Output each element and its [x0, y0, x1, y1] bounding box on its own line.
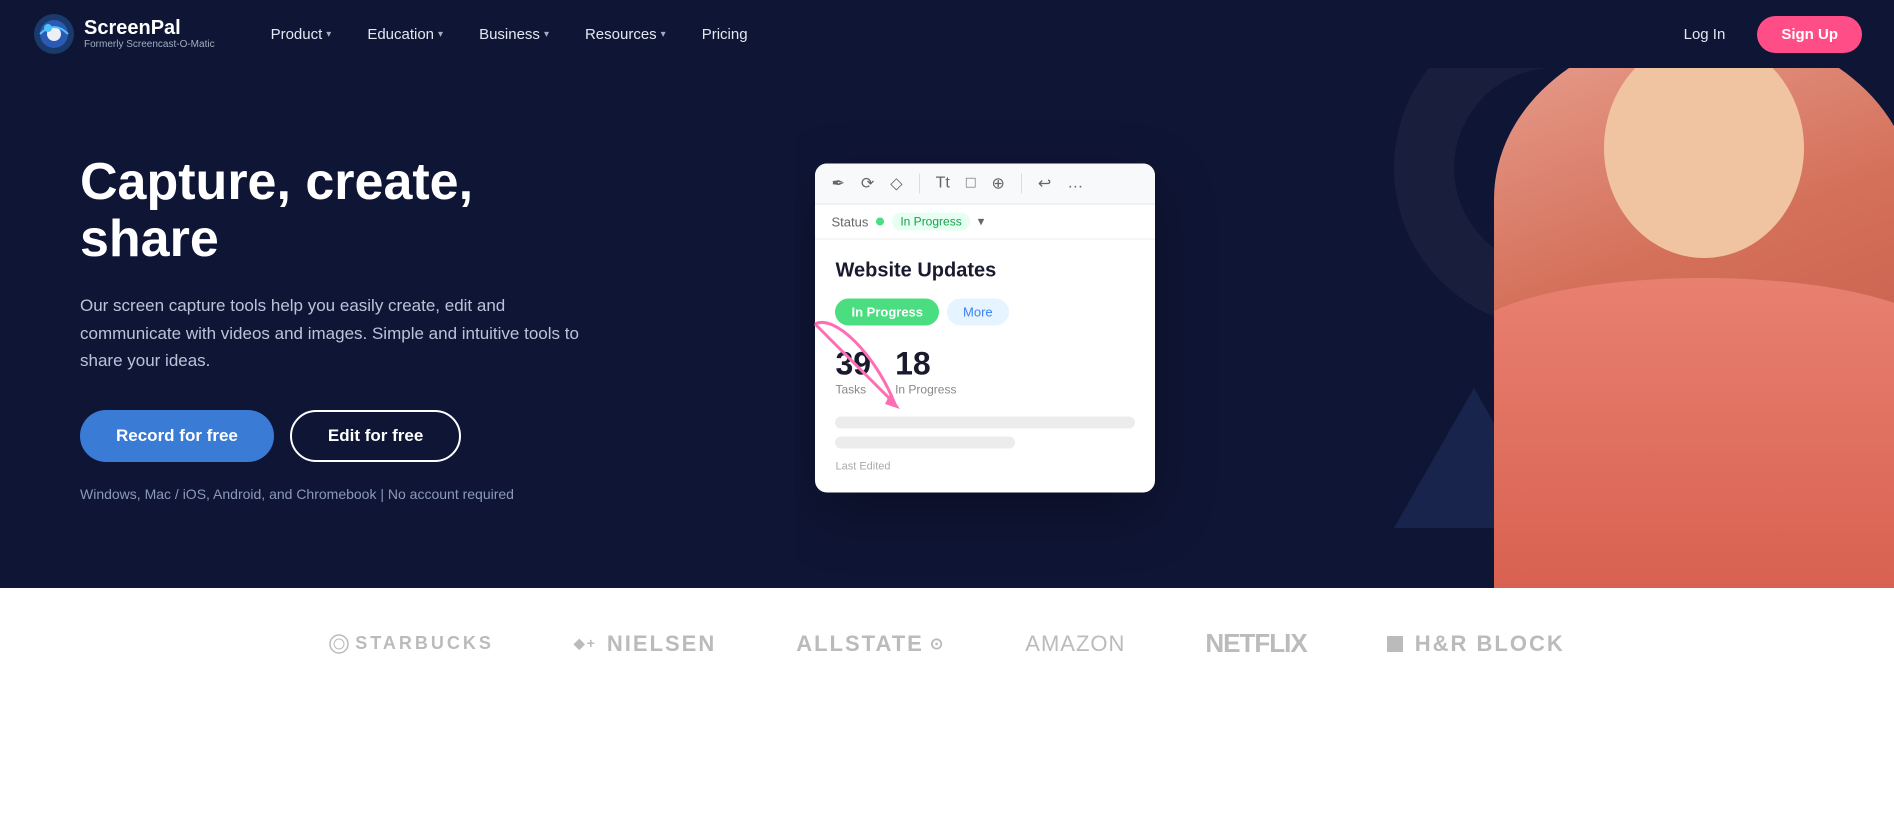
- edit-for-free-button[interactable]: Edit for free: [290, 410, 461, 462]
- trusted-logos-section: STARBUCKS ◆+ Nielsen Allstate ⊙ amazon N…: [0, 588, 1894, 699]
- person-face: [1604, 68, 1804, 258]
- nielsen-icon: ◆+: [574, 635, 597, 652]
- starbucks-logo: STARBUCKS: [329, 633, 494, 654]
- nav-item-resources[interactable]: Resources ▾: [569, 18, 682, 51]
- mockup-footer: Last Edited: [835, 461, 1135, 473]
- mockup-status-bar: Status In Progress ▾: [815, 205, 1155, 240]
- chevron-down-icon: ▾: [438, 29, 443, 40]
- mockup-tabs: In Progress More: [835, 299, 1135, 326]
- ui-mockup-card: ✒ ⟳ ◇ Tt □ ⊕ ↩ … Status In Progress ▾ We…: [815, 164, 1155, 493]
- signup-button[interactable]: Sign Up: [1757, 16, 1862, 53]
- netflix-logo: NETFLIX: [1205, 628, 1306, 659]
- allstate-icon: ⊙: [930, 634, 945, 654]
- toolbar-undo-icon[interactable]: ↩: [1038, 174, 1051, 194]
- status-badge: In Progress: [892, 213, 969, 231]
- chevron-down-icon: ▾: [661, 29, 666, 40]
- chevron-down-icon: ▾: [326, 29, 331, 40]
- mockup-body: Website Updates In Progress More 39 Task…: [815, 240, 1155, 493]
- mockup-toolbar: ✒ ⟳ ◇ Tt □ ⊕ ↩ …: [815, 164, 1155, 205]
- tab-more[interactable]: More: [947, 299, 1009, 326]
- blurred-line-1: [835, 417, 1135, 429]
- mockup-card-title: Website Updates: [835, 260, 1135, 283]
- record-for-free-button[interactable]: Record for free: [80, 410, 274, 462]
- hero-right-panel: ✒ ⟳ ◇ Tt □ ⊕ ↩ … Status In Progress ▾ We…: [795, 68, 1894, 588]
- logo-subtitle: Formerly Screencast-O-Matic: [84, 39, 215, 51]
- platforms-text: Windows, Mac / iOS, Android, and Chromeb…: [80, 486, 600, 502]
- stat-inprogress-label: In Progress: [895, 383, 956, 397]
- stat-tasks: 39 Tasks: [835, 346, 871, 397]
- nav-actions: Log In Sign Up: [1664, 16, 1862, 53]
- dropdown-chevron-icon[interactable]: ▾: [978, 214, 985, 230]
- chevron-down-icon: ▾: [544, 29, 549, 40]
- toolbar-pen-icon[interactable]: ✒: [831, 174, 844, 194]
- hero-content: Capture, create, share Our screen captur…: [0, 94, 680, 562]
- toolbar-text-icon[interactable]: Tt: [936, 175, 950, 193]
- starbucks-icon: [329, 634, 349, 654]
- logo-title: ScreenPal: [84, 17, 215, 39]
- toolbar-zoom-icon[interactable]: ⊕: [992, 174, 1005, 194]
- hero-title: Capture, create, share: [80, 154, 600, 268]
- toolbar-eraser-icon[interactable]: ◇: [890, 174, 902, 194]
- nav-item-education[interactable]: Education ▾: [351, 18, 459, 51]
- tab-in-progress[interactable]: In Progress: [835, 299, 939, 326]
- hero-section: Capture, create, share Our screen captur…: [0, 68, 1894, 588]
- hrblock-logo: H&R BLOCK: [1387, 631, 1565, 657]
- screenpal-logo-icon: [32, 12, 76, 56]
- toolbar-brush-icon[interactable]: ⟳: [861, 174, 874, 194]
- allstate-logo: Allstate ⊙: [796, 631, 945, 657]
- stat-tasks-number: 39: [835, 346, 871, 383]
- status-indicator: [876, 218, 884, 226]
- blurred-line-2: [835, 437, 1015, 449]
- person-sweater: [1494, 278, 1894, 588]
- hrblock-icon: [1387, 636, 1403, 652]
- nav-links: Product ▾ Education ▾ Business ▾ Resourc…: [255, 18, 1664, 51]
- stat-in-progress: 18 In Progress: [895, 346, 956, 397]
- toolbar-more-icon[interactable]: …: [1067, 175, 1083, 193]
- stat-inprogress-number: 18: [895, 346, 956, 383]
- toolbar-divider: [919, 174, 920, 194]
- hero-buttons: Record for free Edit for free: [80, 410, 600, 462]
- logo[interactable]: ScreenPal Formerly Screencast-O-Matic: [32, 12, 215, 56]
- stat-tasks-label: Tasks: [835, 383, 871, 397]
- person-photo: [1494, 68, 1894, 588]
- navbar: ScreenPal Formerly Screencast-O-Matic Pr…: [0, 0, 1894, 68]
- nav-item-pricing[interactable]: Pricing: [686, 18, 764, 51]
- hero-description: Our screen capture tools help you easily…: [80, 292, 600, 374]
- nav-item-product[interactable]: Product ▾: [255, 18, 348, 51]
- toolbar-shape-icon[interactable]: □: [966, 175, 976, 193]
- amazon-logo: amazon: [1025, 631, 1125, 657]
- status-label: Status: [831, 214, 868, 229]
- login-button[interactable]: Log In: [1664, 18, 1746, 51]
- nav-item-business[interactable]: Business ▾: [463, 18, 565, 51]
- nielsen-logo: ◆+ Nielsen: [574, 631, 716, 657]
- toolbar-divider-2: [1021, 174, 1022, 194]
- mockup-stats: 39 Tasks 18 In Progress: [835, 346, 1135, 397]
